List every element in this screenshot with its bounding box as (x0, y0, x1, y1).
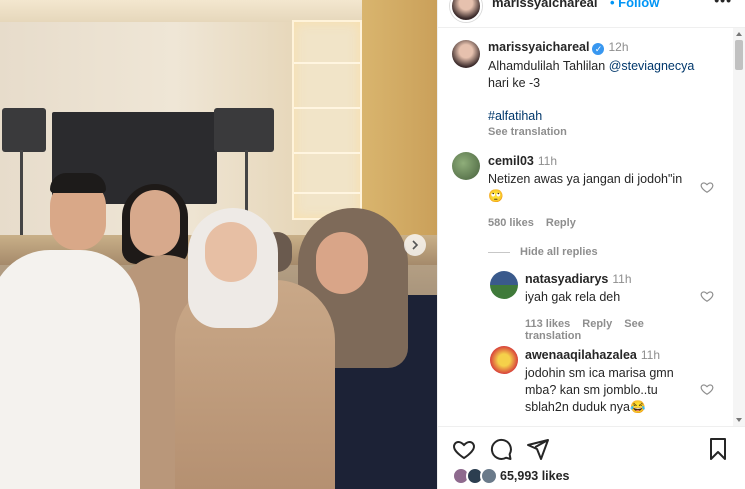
heart-icon[interactable] (700, 382, 714, 396)
reply-username[interactable]: natasyadiarys (525, 272, 608, 286)
avatar[interactable] (452, 152, 480, 180)
avatar[interactable] (490, 346, 518, 374)
likes-count[interactable]: 65,993 likes (500, 469, 570, 483)
reply-username[interactable]: awenaaqilahazalea (525, 348, 637, 362)
reply-time[interactable]: 11h (641, 348, 660, 362)
post-side-panel: marissyaichareal • Follow ••• marissyaic… (437, 0, 745, 489)
avatar[interactable] (450, 0, 482, 22)
reply-time[interactable]: 11h (612, 272, 631, 286)
caption-time[interactable]: 12h (608, 40, 628, 54)
comment-username[interactable]: cemil03 (488, 154, 534, 168)
post-photo[interactable] (0, 0, 437, 489)
comment-icon[interactable] (489, 437, 513, 461)
reply-button[interactable]: Reply (546, 217, 576, 229)
reply-text: iyah gak rela deh (525, 290, 621, 304)
photo-shelf (292, 20, 362, 220)
photo-stand (20, 150, 23, 240)
comment-text: Netizen awas ya jangan di jodoh"in 🙄 (488, 172, 683, 203)
scroll-up-icon[interactable] (736, 32, 742, 36)
reply-button[interactable]: Reply (582, 318, 612, 330)
header-username[interactable]: marissyaichareal (492, 0, 598, 10)
photo-person-hair (50, 173, 106, 193)
reply-text-line3: sblah2n duduk nya😂 (525, 400, 646, 414)
caption-username[interactable]: marissyaichareal (488, 40, 589, 54)
scroll-down-icon[interactable] (736, 418, 742, 422)
photo-speaker-right (214, 108, 274, 152)
photo-person-1 (0, 250, 140, 489)
divider (488, 251, 510, 253)
photo-person-face (316, 232, 368, 294)
avatar[interactable] (452, 40, 480, 68)
heart-icon[interactable] (700, 180, 714, 194)
caption-text-line2: hari ke -3 (488, 76, 541, 90)
chevron-right-icon (412, 240, 419, 250)
caption: marissyaichareal ✓ 12h Alhamdulilah Tahlil… (488, 40, 728, 138)
comment-likes[interactable]: 580 likes (488, 217, 534, 229)
hide-replies-label: Hide all replies (520, 246, 598, 258)
avatar[interactable] (490, 271, 518, 299)
reply-text-line2: mba? kan sm jomblo..tu (525, 383, 658, 397)
reply-text-line1: jodohin sm ica marisa gmn (525, 366, 674, 380)
comments-scrollbar[interactable] (733, 28, 745, 426)
reply-comment: natasyadiarys 11h iyah gak rela deh 113 l… (525, 272, 705, 342)
mention-link[interactable]: @steviagnecya (609, 59, 695, 73)
heart-icon[interactable] (452, 437, 476, 461)
hide-replies-button[interactable]: Hide all replies (488, 246, 698, 258)
photo-speaker-left (2, 108, 46, 152)
reply-likes[interactable]: 113 likes (525, 318, 570, 330)
follow-button[interactable]: • Follow (610, 0, 659, 10)
post-actions: 65,993 likes (438, 426, 745, 489)
next-photo-button[interactable] (404, 234, 426, 256)
avatar[interactable] (480, 467, 498, 485)
share-icon[interactable] (526, 437, 550, 461)
verified-icon: ✓ (592, 43, 605, 55)
heart-icon[interactable] (700, 289, 714, 303)
hashtag-link[interactable]: #alfatihah (488, 108, 728, 125)
caption-text: Alhamdulilah Tahlilan (488, 59, 609, 73)
more-options-button[interactable]: ••• (714, 0, 732, 8)
post-header: marissyaichareal • Follow ••• (438, 0, 745, 28)
bookmark-icon[interactable] (706, 437, 730, 461)
see-translation-link[interactable]: See translation (488, 126, 728, 138)
comment-time[interactable]: 11h (538, 154, 557, 168)
photo-person-face (205, 222, 257, 282)
photo-person-face (130, 190, 180, 256)
reply-comment: awenaaqilahazalea 11h jodohin sm ica mari… (525, 348, 705, 416)
comments-list: marissyaichareal ✓ 12h Alhamdulilah Tahlil… (438, 28, 734, 426)
scrollbar-thumb[interactable] (735, 40, 743, 70)
comment: cemil03 11h Netizen awas ya jangan di jod… (488, 154, 698, 258)
